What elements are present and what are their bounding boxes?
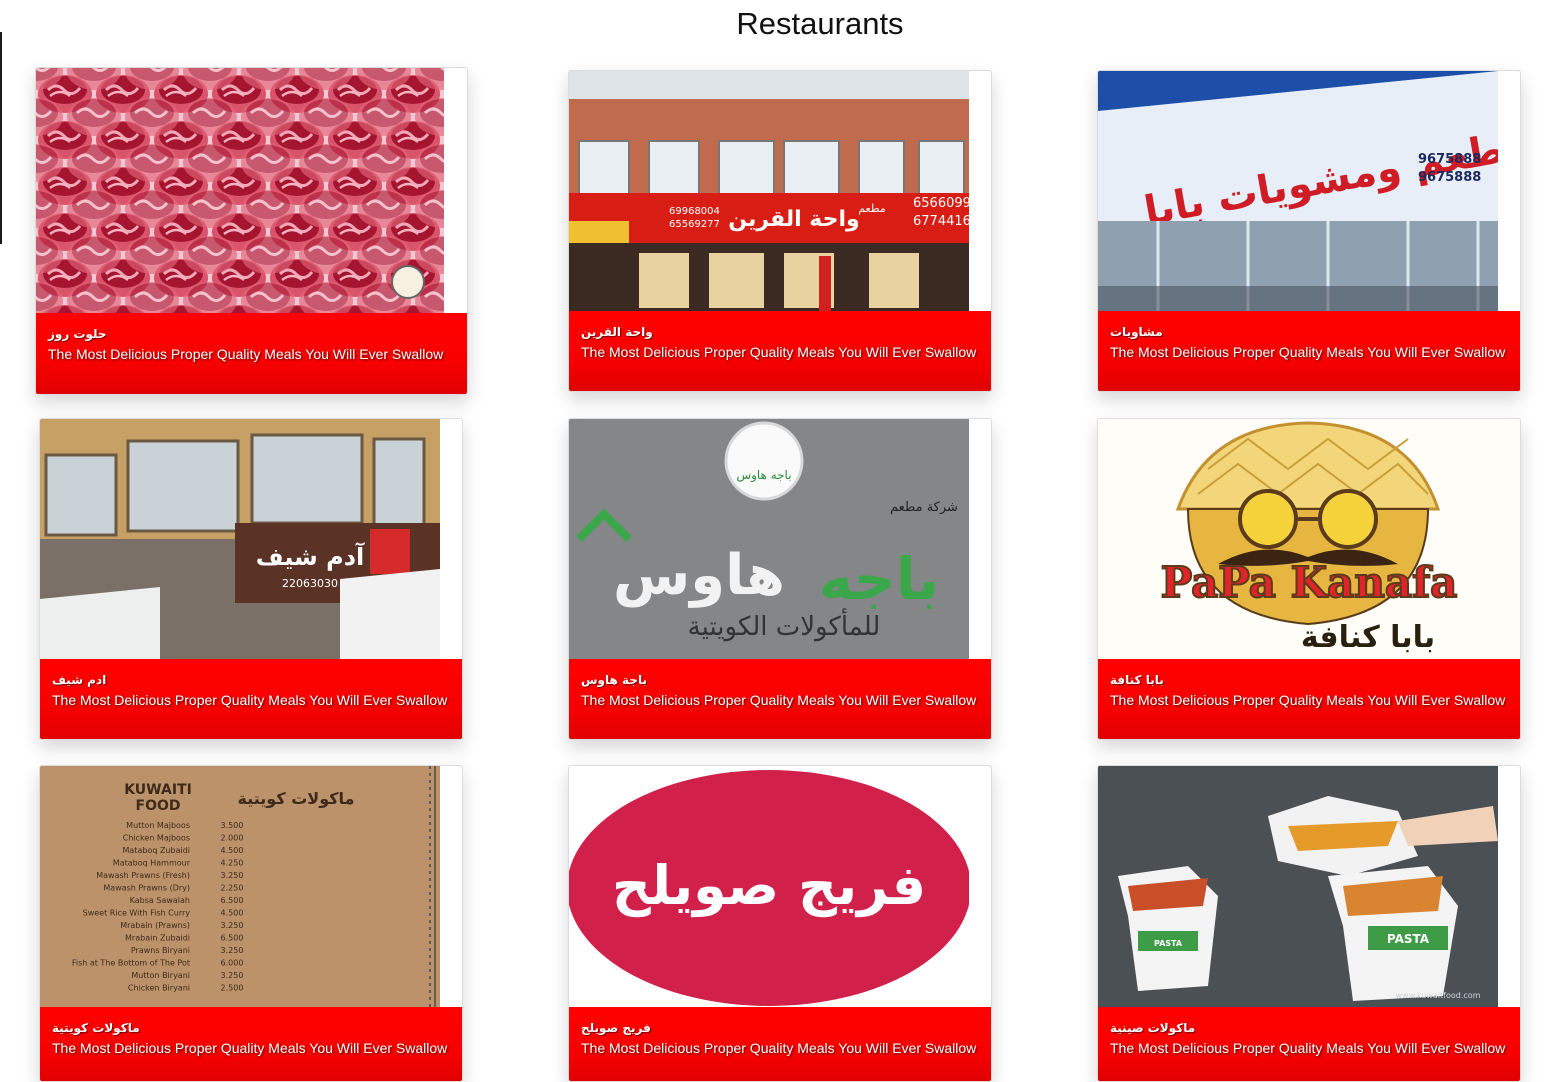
page-title: Restaurants (736, 6, 904, 41)
svg-text:FOOD: FOOD (136, 798, 181, 814)
restaurant-card[interactable]: فريج صويلح فريج صويلح The Most Delicious… (568, 765, 992, 1082)
papa-kanafa-logo-latin: PaPa Kanafa (1161, 558, 1458, 607)
menu-item-price: 2.250 (221, 884, 244, 893)
restaurant-card[interactable]: باجه هاوس شركة مطعم باجه هاوس للمأكولات … (568, 418, 992, 740)
svg-text:65660995: 65660995 (913, 196, 969, 211)
menu-item-price: 6.500 (221, 896, 244, 905)
menu-item-price: 4.250 (221, 859, 244, 868)
menu-item-name: Mataboq Zubaidi (123, 846, 191, 855)
restaurant-image-dessert (36, 68, 444, 314)
menu-item-name: Mawash Prawns (Dry) (103, 884, 190, 893)
svg-text:22063030: 22063030 (282, 577, 338, 590)
restaurant-name: ماكولات كويتية (52, 1021, 140, 1035)
menu-item-price: 4.500 (221, 909, 244, 918)
restaurant-tagline: The Most Delicious Proper Quality Meals … (52, 692, 448, 708)
svg-text:65569277: 65569277 (669, 219, 720, 230)
card-caption: حلوت روز The Most Delicious Proper Quali… (36, 313, 467, 394)
menu-item-name: Mutton Biryani (131, 971, 190, 980)
storefront-sign-text: واحة القرين (728, 207, 859, 232)
svg-text:شركة مطعم: شركة مطعم (890, 500, 958, 515)
restaurant-tagline: The Most Delicious Proper Quality Meals … (1110, 1040, 1506, 1056)
restaurant-card[interactable]: واحة القرين مطعم 69968004 65569277 65660… (568, 70, 992, 392)
menu-item-price: 3.250 (221, 871, 244, 880)
menu-item-name: Chicken Biryani (128, 984, 190, 993)
menu-item-price: 3.250 (221, 971, 244, 980)
menu-item-name: Fish at The Bottom of The Pot (72, 959, 190, 968)
menu-item-name: Mawash Prawns (Fresh) (96, 871, 190, 880)
restaurant-image-storefront: واحة القرين مطعم 69968004 65569277 65660… (569, 71, 969, 312)
svg-text:www.kuwaitfood.com: www.kuwaitfood.com (1395, 991, 1480, 1000)
restaurant-card[interactable]: آدم شيف 22063030 ادم شيف The Most Delici… (39, 418, 463, 740)
restaurant-name: واحة القرين (581, 325, 653, 339)
restaurant-tagline: The Most Delicious Proper Quality Meals … (581, 692, 977, 708)
menu-item-name: Mrabain (Prawns) (120, 921, 190, 930)
menu-item-price: 3.250 (221, 946, 244, 955)
card-caption: بابا كنافة The Most Delicious Proper Qua… (1098, 659, 1520, 739)
restaurant-name: بابا كنافة (1110, 673, 1164, 687)
restaurant-image-grill: مطعم ومشويات بابا 9675888 9675888 (1098, 71, 1498, 312)
restaurant-tagline: The Most Delicious Proper Quality Meals … (52, 1040, 448, 1056)
svg-text:KUWAITI: KUWAITI (124, 782, 192, 798)
restaurant-tagline: The Most Delicious Proper Quality Meals … (1110, 692, 1506, 708)
bajah-sign-green: باجه (819, 545, 940, 613)
card-caption: فريج صويلح The Most Delicious Proper Qua… (569, 1007, 991, 1081)
card-caption: ادم شيف The Most Delicious Proper Qualit… (40, 659, 462, 739)
svg-text:67744169: 67744169 (913, 214, 969, 229)
card-caption: مشاويات The Most Delicious Proper Qualit… (1098, 311, 1520, 391)
card-caption: باجة هاوس The Most Delicious Proper Qual… (569, 659, 991, 739)
restaurant-tagline: The Most Delicious Proper Quality Meals … (581, 344, 977, 360)
restaurant-card[interactable]: حلوت روز The Most Delicious Proper Quali… (35, 67, 468, 395)
menu-item-name: Mrabain Zubaidi (125, 934, 190, 943)
menu-item-price: 6.000 (221, 959, 244, 968)
chef-sign-text: آدم شيف (256, 542, 365, 571)
restaurant-card[interactable]: مطعم ومشويات بابا 9675888 9675888 مشاويا… (1097, 70, 1521, 392)
card-caption: ماكولات كويتية The Most Delicious Proper… (40, 1007, 462, 1081)
restaurant-tagline: The Most Delicious Proper Quality Meals … (48, 346, 444, 362)
menu-item-price: 2.000 (221, 834, 244, 843)
menu-item-name: Chicken Majboos (123, 834, 190, 843)
restaurant-image-bajah-house: باجه هاوس شركة مطعم باجه هاوس للمأكولات … (569, 419, 969, 660)
card-caption: ماكولات صينية The Most Delicious Proper … (1098, 1007, 1520, 1081)
menu-item-price: 6.500 (221, 934, 244, 943)
menu-item-price: 2.500 (221, 984, 244, 993)
restaurant-image-pasta-boxes: PASTA PASTA www.kuwaitfood.com (1098, 766, 1498, 1007)
restaurant-card[interactable]: KUWAITI FOOD ماكولات كويتية Mutton Majbo… (39, 765, 463, 1082)
menu-item-name: Prawns Biryani (131, 946, 190, 955)
svg-text:PASTA: PASTA (1387, 932, 1430, 946)
restaurant-card[interactable]: PaPa Kanafa بابا كنافة بابا كنافة The Mo… (1097, 418, 1521, 740)
bajah-sign-white: هاوس (613, 543, 785, 608)
restaurant-tagline: The Most Delicious Proper Quality Meals … (581, 1040, 977, 1056)
menu-item-name: Sweet Rice With Fish Curry (83, 909, 191, 918)
fereej-logo-text: فريج صويلح (612, 854, 926, 917)
menu-item-price: 3.250 (221, 921, 244, 930)
restaurant-name: ادم شيف (52, 673, 107, 687)
restaurant-tagline: The Most Delicious Proper Quality Meals … (1110, 344, 1506, 360)
menu-item-name: Kabsa Sawalah (130, 896, 190, 905)
menu-item-name: Mutton Majboos (126, 821, 190, 830)
svg-text:مطعم: مطعم (858, 202, 886, 215)
restaurant-image-chef: آدم شيف 22063030 (40, 419, 440, 660)
menu-item-price: 3.500 (221, 821, 244, 830)
svg-text:PASTA: PASTA (1154, 939, 1183, 948)
svg-text:9675888: 9675888 (1418, 152, 1481, 167)
svg-text:ماكولات كويتية: ماكولات كويتية (238, 789, 355, 808)
restaurant-name: حلوت روز (48, 327, 107, 341)
svg-text:9675888: 9675888 (1418, 170, 1481, 185)
restaurant-name: مشاويات (1110, 325, 1163, 339)
restaurant-image-papa-kanafa: PaPa Kanafa بابا كنافة (1098, 419, 1520, 660)
card-caption: واحة القرين The Most Delicious Proper Qu… (569, 311, 991, 391)
window-edge (0, 32, 2, 244)
restaurant-image-fereej-swaileh: فريج صويلح (569, 766, 969, 1007)
papa-kanafa-logo-arabic: بابا كنافة (1301, 620, 1435, 655)
svg-text:للمأكولات الكويتية: للمأكولات الكويتية (688, 607, 881, 642)
restaurant-name: باجة هاوس (581, 673, 647, 687)
svg-text:69968004: 69968004 (669, 206, 720, 217)
menu-item-price: 4.500 (221, 846, 244, 855)
svg-text:باجه هاوس: باجه هاوس (736, 468, 791, 483)
menu-item-name: Mataboq Hammour (113, 859, 191, 868)
restaurant-card[interactable]: PASTA PASTA www.kuwaitfood.com ماكولات ص… (1097, 765, 1521, 1082)
restaurant-image-menu: KUWAITI FOOD ماكولات كويتية Mutton Majbo… (40, 766, 440, 1007)
restaurant-name: فريج صويلح (581, 1021, 651, 1035)
restaurant-name: ماكولات صينية (1110, 1021, 1196, 1035)
